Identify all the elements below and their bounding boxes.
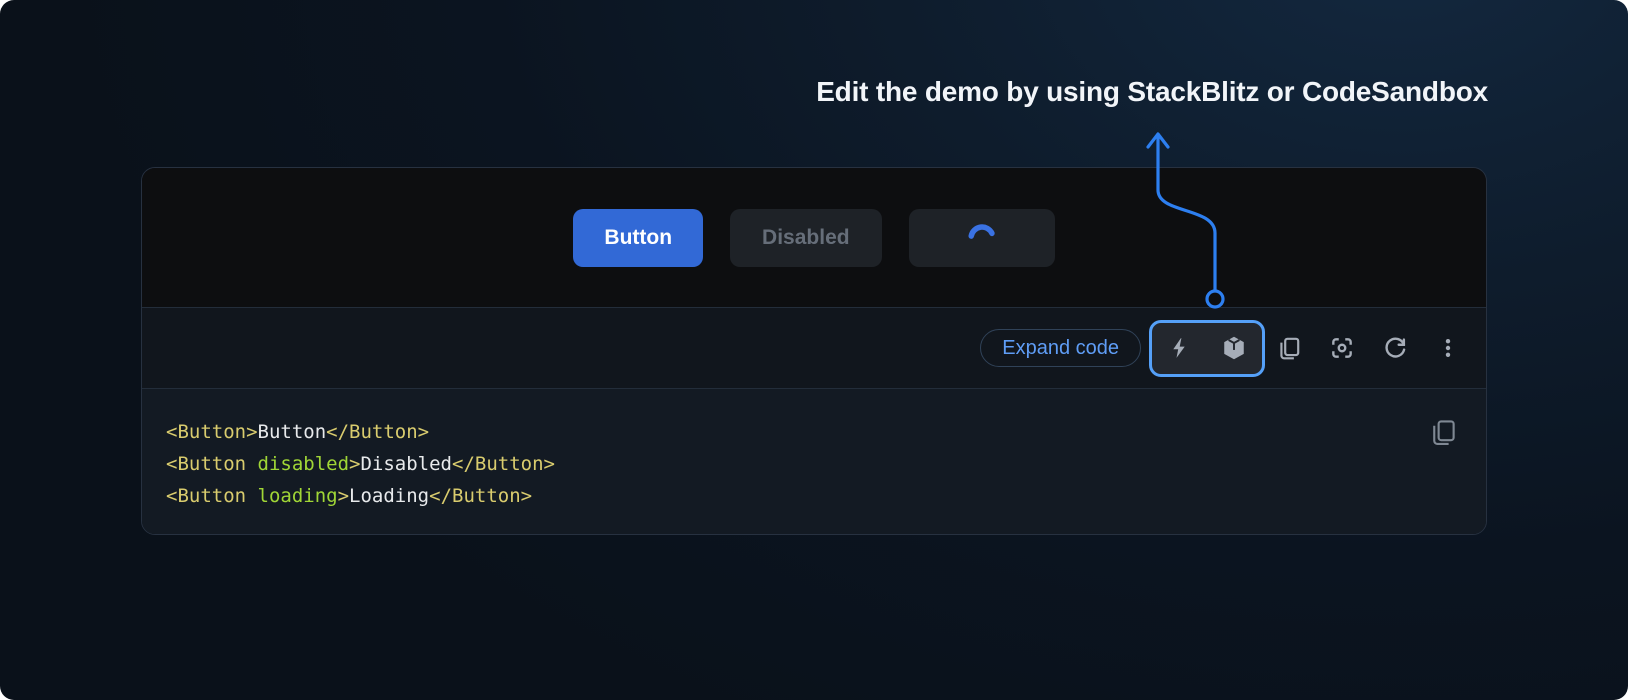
docs-page: Edit the demo by using StackBlitz or Cod… [0, 0, 1628, 700]
code-token-attr: disabled [258, 453, 350, 475]
code-token-tag: </Button> [429, 485, 532, 507]
stackblitz-button[interactable] [1166, 334, 1194, 362]
copy-icon [1276, 335, 1302, 361]
code-token-tag: <Button> [166, 421, 258, 443]
code-line: <Button>Button</Button> [166, 416, 1416, 448]
codesandbox-cube-icon [1221, 335, 1247, 361]
more-vertical-icon [1436, 336, 1460, 360]
code-token-tag: </Button> [326, 421, 429, 443]
arrow-head [1148, 134, 1168, 147]
demo-preview-stage: Button Disabled [142, 168, 1486, 307]
loading-spinner-icon [967, 223, 997, 253]
loading-button[interactable] [909, 209, 1055, 267]
code-token-plain: Button [258, 421, 327, 443]
toolbar-icon-row [1275, 334, 1462, 362]
code-panel: <Button>Button</Button><Button disabled>… [142, 388, 1486, 535]
code-token-tag: > [338, 485, 349, 507]
more-actions-button[interactable] [1434, 334, 1462, 362]
copy-snippet-button[interactable] [1428, 417, 1458, 447]
code-token-tag: </Button> [452, 453, 555, 475]
code-token-tag: > [349, 453, 360, 475]
component-demo-card: Button Disabled Expand code [141, 167, 1487, 535]
copy-icon [1428, 417, 1458, 447]
code-token-tag: <Button [166, 453, 258, 475]
code-token-plain: Disabled [360, 453, 452, 475]
demo-toolbar: Expand code [142, 307, 1486, 388]
disabled-button: Disabled [730, 209, 882, 267]
code-token-plain: Loading [349, 485, 429, 507]
online-editor-group [1149, 320, 1265, 377]
copy-code-button[interactable] [1275, 334, 1303, 362]
primary-button[interactable]: Button [573, 209, 703, 267]
code-token-attr: loading [258, 485, 338, 507]
codesandbox-button[interactable] [1220, 334, 1248, 362]
code-line: <Button loading>Loading</Button> [166, 480, 1416, 512]
expand-code-button[interactable]: Expand code [980, 329, 1141, 367]
stackblitz-lightning-icon [1168, 336, 1192, 360]
code-token-tag: <Button [166, 485, 258, 507]
isolate-icon [1329, 335, 1355, 361]
code-line: <Button disabled>Disabled</Button> [166, 448, 1416, 480]
annotation-title: Edit the demo by using StackBlitz or Cod… [816, 76, 1488, 108]
refresh-icon [1382, 335, 1408, 361]
refresh-demo-button[interactable] [1381, 334, 1409, 362]
code-block: <Button>Button</Button><Button disabled>… [166, 416, 1416, 512]
isolate-demo-button[interactable] [1328, 334, 1356, 362]
